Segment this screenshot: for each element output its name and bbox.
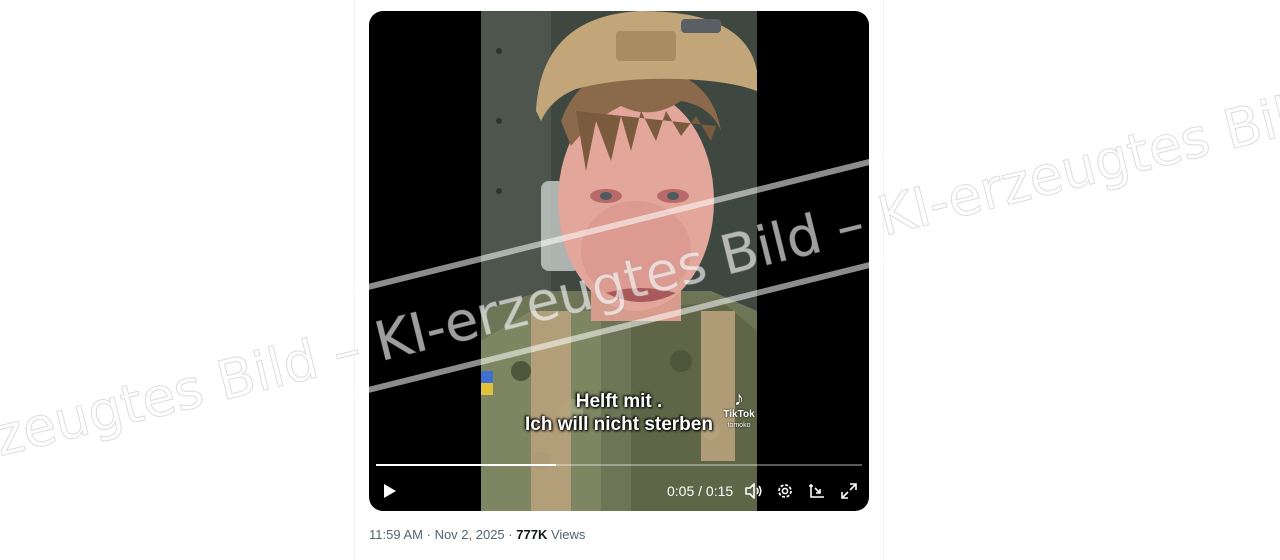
video-controls: 0:05 / 0:15 [369,477,869,505]
tiktok-watermark: ♪ TikTok tomoko [719,389,759,431]
meta-separator: · [426,527,431,542]
views-count: 777K [516,527,548,542]
current-time: 0:05 [667,483,695,499]
play-icon [384,484,396,498]
fullscreen-icon [841,483,857,499]
video-subtitle-line-2: Ich will nicht sterben [525,414,713,435]
volume-icon [745,483,762,499]
volume-button[interactable] [743,481,763,501]
video-subtitle-line-1: Helft mit . [575,391,663,412]
tiktok-label: TikTok [723,409,755,420]
video-frame[interactable] [481,11,757,511]
fullscreen-button[interactable] [839,481,859,501]
gear-icon [778,484,792,498]
play-button[interactable] [379,481,399,501]
meta-separator: · [508,527,513,542]
video-still-image [481,11,757,511]
tiktok-handle: tomoko [727,422,751,429]
video-progress-bar[interactable] [376,464,862,466]
video-player[interactable]: Helft mit . Ich will nicht sterben ♪ Tik… [369,11,869,511]
duration: 0:15 [705,483,734,499]
tweet-date[interactable]: Nov 2, 2025 [435,527,505,542]
video-progress-fill [376,464,556,466]
time-display: 0:05 / 0:15 [667,483,733,499]
tiktok-icon: ♪ [734,388,744,410]
time-separator: / [698,483,703,499]
tweet-time[interactable]: 11:59 AM [369,527,423,542]
settings-button[interactable] [775,481,795,501]
picture-in-picture-button[interactable] [807,481,827,501]
tweet-meta: 11:59 AM · Nov 2, 2025 · 777K Views [369,527,585,542]
picture-in-picture-icon [809,484,824,498]
views-label: Views [550,527,586,542]
